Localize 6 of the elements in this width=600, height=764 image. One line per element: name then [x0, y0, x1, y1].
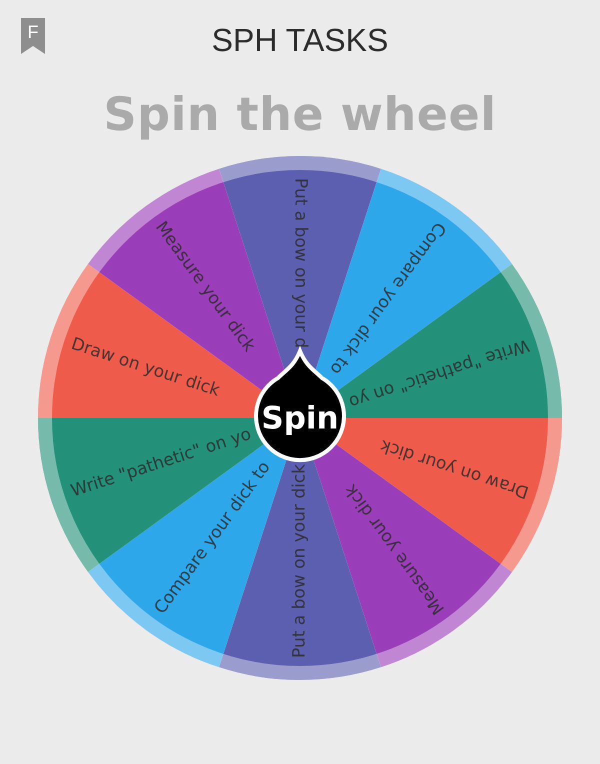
- segment-label: Put a bow on your d: [290, 178, 310, 348]
- page-heading: Spin the wheel: [102, 86, 498, 143]
- segment-label: Put a bow on your dick: [290, 464, 310, 658]
- segment-label: Draw on your dick: [378, 435, 532, 502]
- segment-label: Draw on your dick: [68, 334, 222, 401]
- app-title: SPH TASKS: [212, 22, 388, 58]
